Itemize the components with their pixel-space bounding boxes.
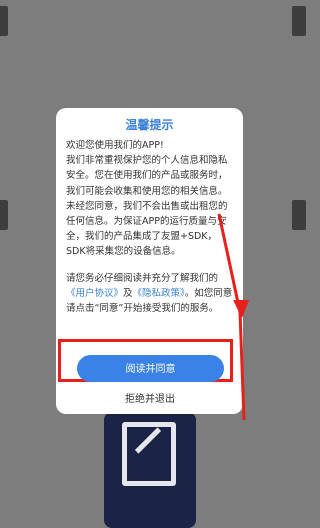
annotation-arrow-icon bbox=[217, 213, 249, 421]
